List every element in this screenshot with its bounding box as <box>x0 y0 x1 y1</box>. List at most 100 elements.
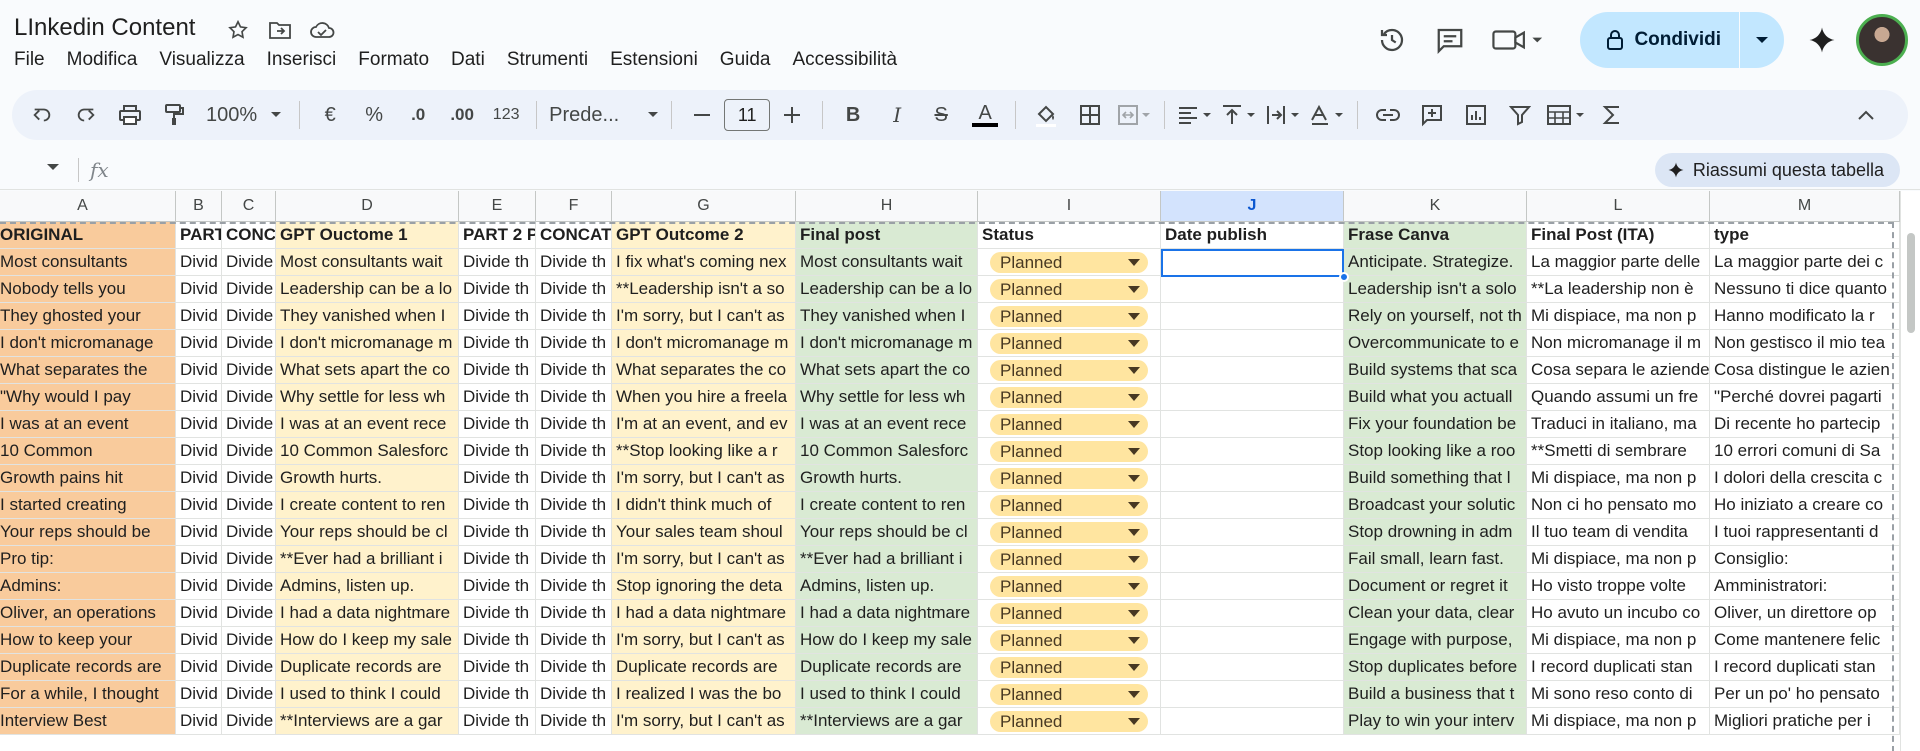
column-header-i[interactable]: I <box>978 191 1161 222</box>
status-cell[interactable]: Planned <box>978 384 1161 411</box>
table-cell[interactable] <box>1161 573 1344 600</box>
table-cell[interactable]: Di recente ho partecip <box>1710 411 1900 438</box>
table-cell[interactable]: Ho avuto un incubo co <box>1527 600 1710 627</box>
menu-insert[interactable]: Inserisci <box>256 49 348 71</box>
menu-format[interactable]: Formato <box>347 49 440 71</box>
table-cell[interactable] <box>1161 492 1344 519</box>
table-cell[interactable]: **Interviews are a gar <box>796 708 978 735</box>
header-cell[interactable]: Status <box>978 222 1161 249</box>
status-badge[interactable]: Planned <box>990 711 1148 732</box>
increase-font-size-button[interactable] <box>774 97 810 133</box>
table-cell[interactable]: Clean your data, clear <box>1344 600 1527 627</box>
zoom-select[interactable]: 100% <box>206 97 287 133</box>
table-cell[interactable]: Divide th <box>536 249 612 276</box>
column-header-e[interactable]: E <box>459 191 536 222</box>
table-cell[interactable]: Divid <box>176 708 222 735</box>
table-cell[interactable]: Divide <box>222 438 276 465</box>
column-header-k[interactable]: K <box>1344 191 1527 222</box>
table-cell[interactable]: Nobody tells you <box>0 276 176 303</box>
status-cell[interactable]: Planned <box>978 519 1161 546</box>
table-cell[interactable]: Divid <box>176 546 222 573</box>
header-cell[interactable]: CONCATI <box>536 222 612 249</box>
table-cell[interactable]: Stop looking like a roo <box>1344 438 1527 465</box>
table-cell[interactable]: How do I keep my sale <box>276 627 459 654</box>
table-cell[interactable]: Divide th <box>459 519 536 546</box>
table-cell[interactable]: When you hire a freela <box>612 384 796 411</box>
text-color-button[interactable]: A <box>967 97 1003 133</box>
table-cell[interactable]: Divide th <box>459 438 536 465</box>
table-cell[interactable]: Divid <box>176 357 222 384</box>
status-badge[interactable]: Planned <box>990 333 1148 354</box>
column-header-d[interactable]: D <box>276 191 459 222</box>
table-cell[interactable]: I don't micromanage m <box>276 330 459 357</box>
increase-decimal-button[interactable]: .00 <box>444 97 480 133</box>
strikethrough-button[interactable]: S <box>923 97 959 133</box>
table-cell[interactable]: Divide th <box>536 681 612 708</box>
bold-button[interactable]: B <box>835 97 871 133</box>
table-cell[interactable]: Divid <box>176 465 222 492</box>
table-cell[interactable]: I had a data nightmare <box>612 600 796 627</box>
table-cell[interactable]: Leadership can be a lo <box>276 276 459 303</box>
table-cell[interactable]: Oliver, un direttore op <box>1710 600 1900 627</box>
status-cell[interactable]: Planned <box>978 276 1161 303</box>
status-badge[interactable]: Planned <box>990 279 1148 300</box>
table-cell[interactable]: Divide <box>222 573 276 600</box>
table-cell[interactable]: What separates the <box>0 357 176 384</box>
table-cell[interactable]: Divide th <box>536 384 612 411</box>
table-cell[interactable]: Duplicate records are <box>0 654 176 681</box>
menu-tools[interactable]: Strumenti <box>496 49 599 71</box>
table-cell[interactable]: They ghosted your <box>0 303 176 330</box>
header-cell[interactable]: Final post <box>796 222 978 249</box>
table-cell[interactable]: I'm at an event, and ev <box>612 411 796 438</box>
table-cell[interactable]: I had a data nightmare <box>796 600 978 627</box>
table-cell[interactable] <box>1161 627 1344 654</box>
table-cell[interactable]: **Stop looking like a r <box>612 438 796 465</box>
table-cell[interactable]: Divid <box>176 303 222 330</box>
table-cell[interactable]: Divide th <box>459 654 536 681</box>
borders-icon[interactable] <box>1072 97 1108 133</box>
insert-comment-icon[interactable] <box>1414 97 1450 133</box>
table-cell[interactable]: Why settle for less wh <box>796 384 978 411</box>
table-cell[interactable]: Duplicate records are <box>612 654 796 681</box>
table-cell[interactable]: **Interviews are a gar <box>276 708 459 735</box>
table-cell[interactable]: Divide th <box>459 600 536 627</box>
table-cell[interactable]: I realized I was the bo <box>612 681 796 708</box>
table-cell[interactable]: Divide th <box>536 600 612 627</box>
fill-handle[interactable] <box>1339 272 1349 282</box>
table-cell[interactable]: I tuoi rappresentanti d <box>1710 519 1900 546</box>
table-cell[interactable]: I fix what's coming nex <box>612 249 796 276</box>
table-cell[interactable]: Broadcast your solutic <box>1344 492 1527 519</box>
table-cell[interactable]: They vanished when I <box>276 303 459 330</box>
table-cell[interactable]: **La leadership non è <box>1527 276 1710 303</box>
table-cell[interactable]: I was at an event rece <box>796 411 978 438</box>
status-badge[interactable]: Planned <box>990 522 1148 543</box>
decrease-decimal-button[interactable]: .0 <box>400 97 436 133</box>
table-cell[interactable]: Divide th <box>459 492 536 519</box>
table-cell[interactable]: I'm sorry, but I can't as <box>612 465 796 492</box>
table-cell[interactable]: Non gestisco il mio tea <box>1710 330 1900 357</box>
table-cell[interactable]: I record duplicati stan <box>1527 654 1710 681</box>
share-dropdown-icon[interactable] <box>1740 12 1784 68</box>
insert-chart-icon[interactable] <box>1458 97 1494 133</box>
status-badge[interactable]: Planned <box>990 306 1148 327</box>
table-cell[interactable]: Divid <box>176 438 222 465</box>
history-icon[interactable] <box>1368 16 1416 64</box>
table-cell[interactable]: Divide th <box>536 465 612 492</box>
table-cell[interactable]: Divide <box>222 546 276 573</box>
table-cell[interactable]: How do I keep my sale <box>796 627 978 654</box>
table-cell[interactable]: Divide <box>222 519 276 546</box>
gemini-sparkle-icon[interactable] <box>1798 16 1846 64</box>
font-size-input[interactable]: 11 <box>724 99 771 131</box>
table-cell[interactable]: Leadership isn't a solo <box>1344 276 1527 303</box>
table-cell[interactable]: I used to think I could <box>796 681 978 708</box>
column-header-b[interactable]: B <box>176 191 222 222</box>
share-button[interactable]: Condividi <box>1580 12 1784 68</box>
number-format-button[interactable]: 123 <box>488 97 524 133</box>
collapse-toolbar-icon[interactable] <box>1848 97 1884 133</box>
table-cell[interactable]: Divide <box>222 330 276 357</box>
table-cell[interactable]: Anticipate. Strategize. <box>1344 249 1527 276</box>
status-cell[interactable]: Planned <box>978 249 1161 276</box>
print-icon[interactable] <box>112 97 148 133</box>
table-cell[interactable]: Your sales team shoul <box>612 519 796 546</box>
status-badge[interactable]: Planned <box>990 252 1148 273</box>
